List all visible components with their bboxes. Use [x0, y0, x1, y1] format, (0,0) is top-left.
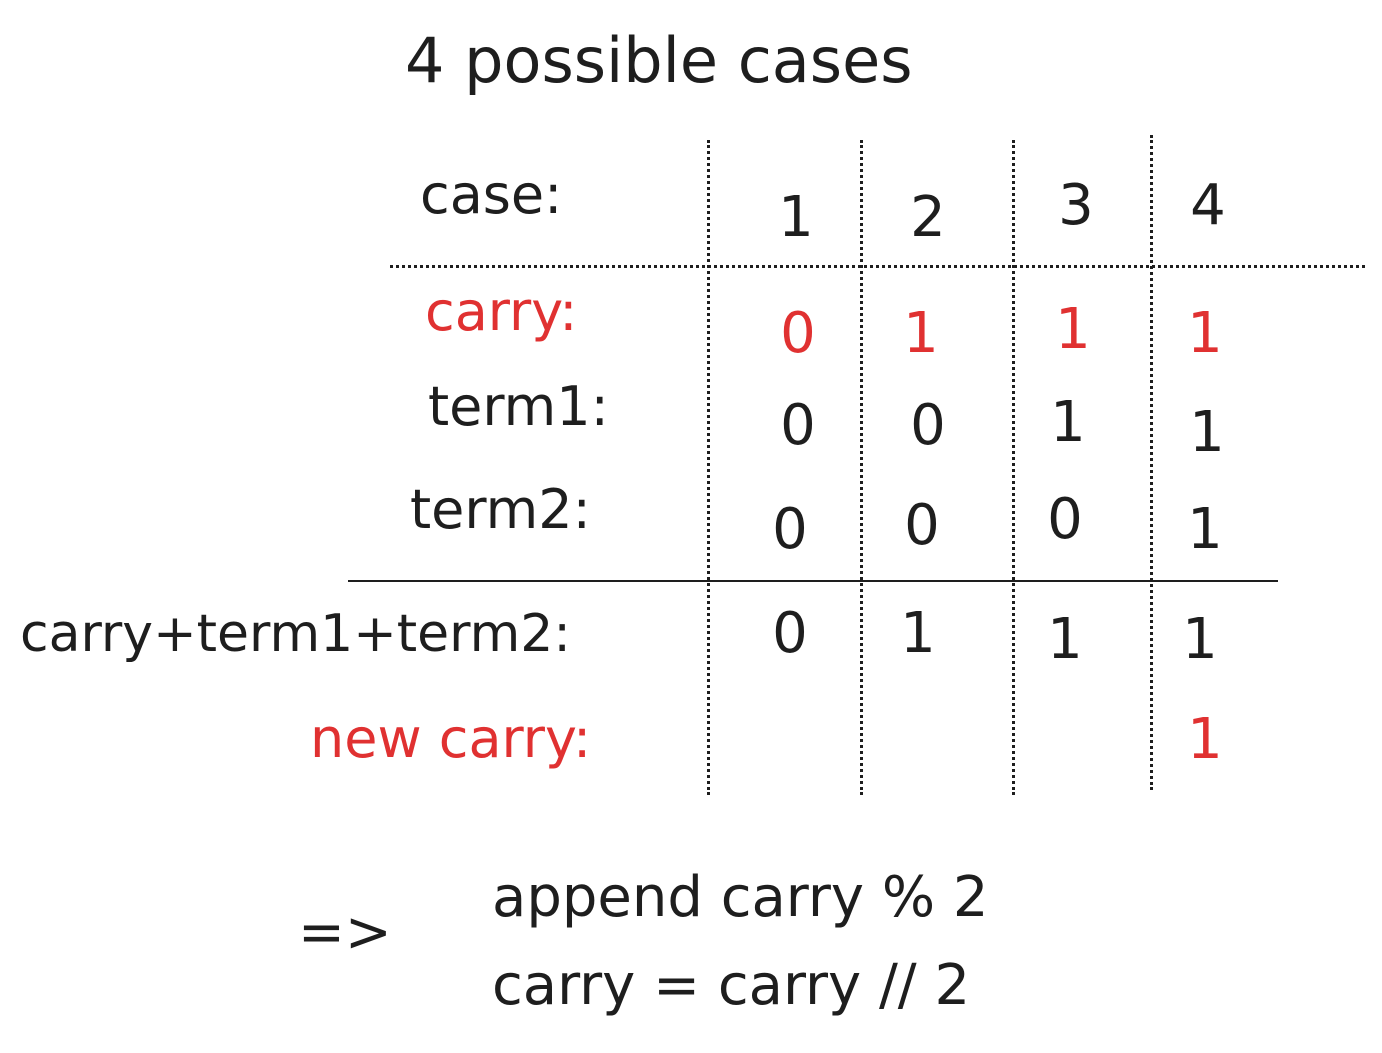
sum-divider: [348, 580, 1278, 582]
term1-value: 0: [780, 393, 816, 458]
implies-arrow: =>: [298, 900, 392, 965]
formula-append: append carry % 2: [492, 865, 989, 930]
term2-value: 0: [772, 497, 808, 562]
carry-value: 1: [1055, 297, 1091, 362]
new-carry-row-label: new carry:: [310, 707, 592, 770]
term2-value: 0: [1047, 487, 1083, 552]
term1-value: 0: [910, 393, 946, 458]
term2-row-label: term2:: [410, 478, 591, 541]
carry-value: 0: [780, 301, 816, 366]
term1-value: 1: [1050, 390, 1086, 455]
column-divider-2: [860, 140, 863, 795]
term1-value: 1: [1189, 400, 1225, 465]
case-row-label: case:: [420, 163, 563, 226]
column-divider-1: [707, 140, 710, 795]
diagram-title: 4 possible cases: [405, 24, 913, 97]
new-carry-value: 1: [1187, 707, 1223, 772]
term1-row-label: term1:: [428, 375, 609, 438]
sum-value: 1: [900, 601, 936, 666]
sum-value: 1: [1047, 607, 1083, 672]
header-divider: [390, 265, 1365, 268]
term2-value: 0: [904, 493, 940, 558]
case-value: 2: [910, 185, 946, 250]
case-value: 1: [778, 185, 814, 250]
carry-row-label: carry:: [425, 280, 578, 343]
column-divider-4: [1150, 135, 1153, 790]
sum-row-label: carry+term1+term2:: [20, 604, 571, 664]
carry-value: 1: [1187, 301, 1223, 366]
column-divider-3: [1012, 140, 1015, 795]
sum-value: 0: [772, 601, 808, 666]
carry-value: 1: [903, 301, 939, 366]
term2-value: 1: [1187, 497, 1223, 562]
sum-value: 1: [1182, 607, 1218, 672]
case-value: 4: [1190, 173, 1226, 238]
case-value: 3: [1058, 173, 1094, 238]
formula-carry: carry = carry // 2: [492, 953, 971, 1018]
